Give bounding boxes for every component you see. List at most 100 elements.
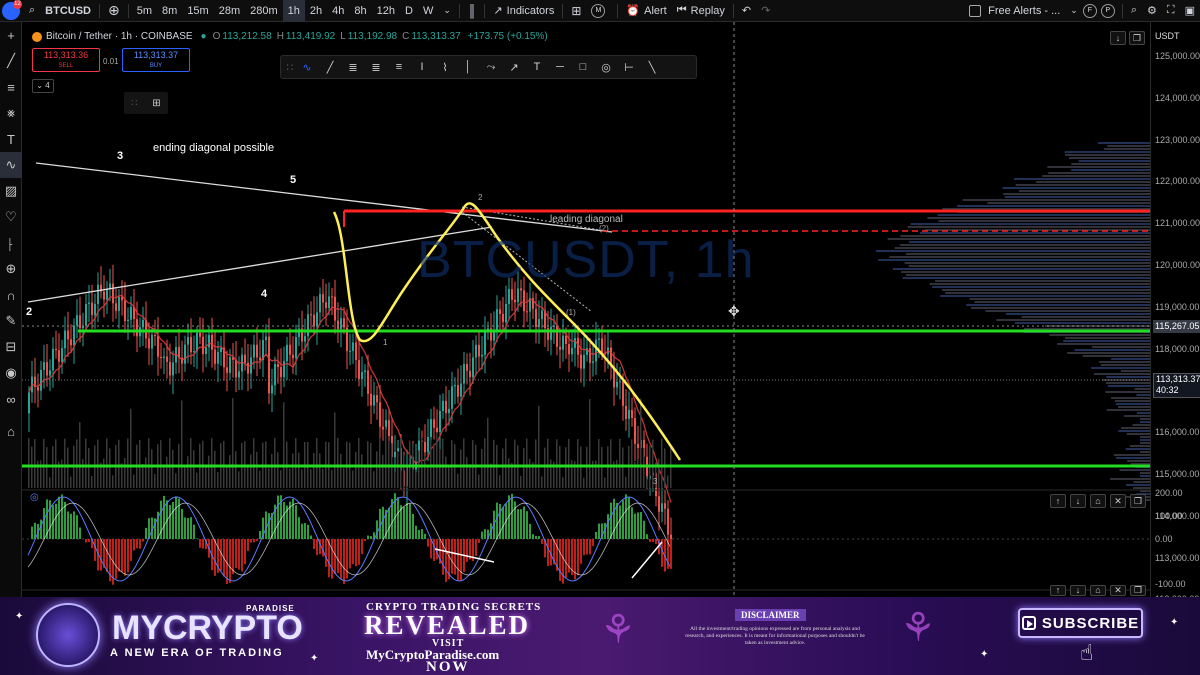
sell-button[interactable]: 113,313.36 SELL	[32, 48, 100, 72]
wave-label-3[interactable]: 3	[117, 150, 123, 162]
pane2-maximize-icon[interactable]: ❐	[1130, 585, 1146, 596]
lock-icon[interactable]: ⊟	[0, 334, 22, 360]
legend-title[interactable]: Bitcoin / Tether · 1h · COINBASE	[46, 31, 193, 42]
interval-W[interactable]: W	[418, 0, 438, 22]
avatar-p[interactable]: P	[1101, 4, 1115, 18]
buy-button[interactable]: 113,313.37 BUY	[122, 48, 190, 72]
target-icon[interactable]: ◎	[595, 57, 617, 77]
quick-search-icon[interactable]: ⌕	[1126, 0, 1142, 22]
arrow-down-icon[interactable]: ↓	[1110, 31, 1126, 45]
zoom-in-icon[interactable]: ⊕	[0, 256, 22, 282]
fullscreen-icon[interactable]: ⛶	[1162, 0, 1180, 22]
horizontal-line-icon[interactable]: ─	[549, 57, 571, 77]
crosshair-icon[interactable]: +	[0, 22, 22, 48]
subwave-label-1[interactable]: 1	[383, 338, 387, 347]
volume-bar	[541, 476, 543, 488]
eye-icon[interactable]: ◉	[0, 360, 22, 386]
subwave-label-1b[interactable]: (1)	[566, 308, 576, 317]
trash-icon[interactable]: ⌂	[0, 418, 22, 444]
interval-8m[interactable]: 8m	[157, 0, 182, 22]
settings-gear-icon[interactable]: ⚙	[1142, 0, 1162, 22]
pane2-down-icon[interactable]: ↓	[1070, 585, 1086, 596]
subwave-label-2b[interactable]: (2)	[599, 224, 609, 233]
drag-handle-icon[interactable]: ∷	[285, 57, 295, 77]
subscribe-button[interactable]: SUBSCRIBE	[1018, 608, 1143, 638]
pattern-icon[interactable]: ⨳	[0, 100, 22, 126]
image-icon[interactable]: ▨	[0, 178, 22, 204]
interval-8h[interactable]: 8h	[349, 0, 371, 22]
free-alerts-toggle[interactable]: Free Alerts - ...	[964, 0, 1065, 22]
symbol-button[interactable]: BTCUSD	[40, 0, 96, 22]
interval-dropdown-icon[interactable]: ⌄	[438, 0, 456, 22]
interval-5m[interactable]: 5m	[132, 0, 157, 22]
eyedropper-icon[interactable]: ╲	[641, 57, 663, 77]
heart-icon[interactable]: ♡	[0, 204, 22, 230]
subwave-label-2[interactable]: 2	[478, 193, 482, 202]
interval-15m[interactable]: 15m	[182, 0, 213, 22]
brush-tool-icon[interactable]: ∿	[296, 57, 318, 77]
maximize-icon[interactable]: ❐	[1129, 31, 1145, 45]
pane2-collapse-icon[interactable]: ✕	[1110, 585, 1126, 596]
templates-button[interactable]: M	[586, 0, 614, 22]
wave-label-2[interactable]: 2	[26, 306, 32, 318]
camera-icon[interactable]: ▣	[1180, 0, 1200, 22]
interval-4h[interactable]: 4h	[327, 0, 349, 22]
object-tree-panel[interactable]: ∷ ⊞	[124, 92, 168, 114]
measure-icon[interactable]: ⊢	[618, 57, 640, 77]
trend-line-icon[interactable]: ╱	[0, 48, 22, 74]
interval-1h[interactable]: 1h	[283, 0, 305, 22]
magnet-icon[interactable]: ∩	[0, 282, 22, 308]
interval-12h[interactable]: 12h	[372, 0, 400, 22]
pane-down-icon[interactable]: ↓	[1070, 494, 1086, 508]
currency-label[interactable]: USDT	[1155, 31, 1180, 41]
indicators-collapse-button[interactable]: ⌄ 4	[32, 79, 54, 93]
wave-label-4[interactable]: 4	[261, 288, 267, 300]
rectangle-icon[interactable]: □	[572, 57, 594, 77]
arrow-up-right-icon[interactable]: ↗	[503, 57, 525, 77]
interval-D[interactable]: D	[400, 0, 418, 22]
vertical-line-icon[interactable]: │	[457, 57, 479, 77]
link-icon[interactable]: ∞	[0, 386, 22, 412]
symbol-search-icon[interactable]: ⌕	[24, 0, 40, 22]
replay-button[interactable]: ⏮ Replay	[672, 0, 730, 22]
annotation-note[interactable]: ending diagonal possible	[153, 142, 274, 154]
fib-icon[interactable]: ≡	[388, 57, 410, 77]
price-axis[interactable]: USDT 125,000.00 124,000.00 123,000.00 122,0…	[1150, 22, 1200, 597]
parallel-channel-icon[interactable]: ≣	[342, 57, 364, 77]
pencil-lock-icon[interactable]: ✎	[0, 308, 22, 334]
profile-avatar[interactable]: 12	[2, 2, 20, 20]
text-tool-icon[interactable]: T	[0, 126, 22, 152]
layout-grid-icon[interactable]: ⊞	[566, 0, 586, 22]
candle-style-icon[interactable]: ║	[463, 0, 482, 22]
interval-28m[interactable]: 28m	[214, 0, 245, 22]
path-icon[interactable]: ⤳	[480, 57, 502, 77]
wave-label-5[interactable]: 5	[290, 174, 296, 186]
zigzag-icon[interactable]: ⌇	[434, 57, 456, 77]
pane-delete-icon[interactable]: ⌂	[1090, 494, 1106, 508]
pane2-delete-icon[interactable]: ⌂	[1090, 585, 1106, 596]
indicators-button[interactable]: ↗ Indicators	[488, 0, 559, 22]
line-icon[interactable]: ╱	[319, 57, 341, 77]
brush-icon[interactable]: ∿	[0, 152, 22, 178]
compare-plus-icon[interactable]: ⊕	[103, 0, 125, 22]
subwave-label-3[interactable]: 3	[653, 477, 657, 486]
cursor-text-icon[interactable]: I	[411, 57, 433, 77]
pane-maximize-icon[interactable]: ❐	[1130, 494, 1146, 508]
price-chart-canvas[interactable]: ✥◎	[22, 22, 1150, 597]
redo-icon[interactable]: ↷	[756, 0, 775, 22]
chart-pane[interactable]: ✥ ◎ BTCUSDT, 1h Bitcoin / Tether · 1h · C…	[22, 22, 1150, 597]
text-icon[interactable]: T	[526, 57, 548, 77]
interval-280m[interactable]: 280m	[245, 0, 283, 22]
undo-icon[interactable]: ↶	[737, 0, 756, 22]
pane-collapse-icon[interactable]: ✕	[1110, 494, 1126, 508]
pane-up-icon[interactable]: ↑	[1050, 494, 1066, 508]
ruler-icon[interactable]: ⸠	[0, 230, 22, 256]
fib-retracement-icon[interactable]: ≡	[0, 74, 22, 100]
chevron-down-icon[interactable]: ⌄	[1065, 0, 1083, 22]
avatar-f[interactable]: F	[1083, 4, 1097, 18]
regression-icon[interactable]: ≣	[365, 57, 387, 77]
interval-2h[interactable]: 2h	[305, 0, 327, 22]
pane2-up-icon[interactable]: ↑	[1050, 585, 1066, 596]
annotation-leading-diagonal[interactable]: leading diagonal	[550, 214, 623, 225]
alert-button[interactable]: ⏰ Alert	[621, 0, 671, 22]
